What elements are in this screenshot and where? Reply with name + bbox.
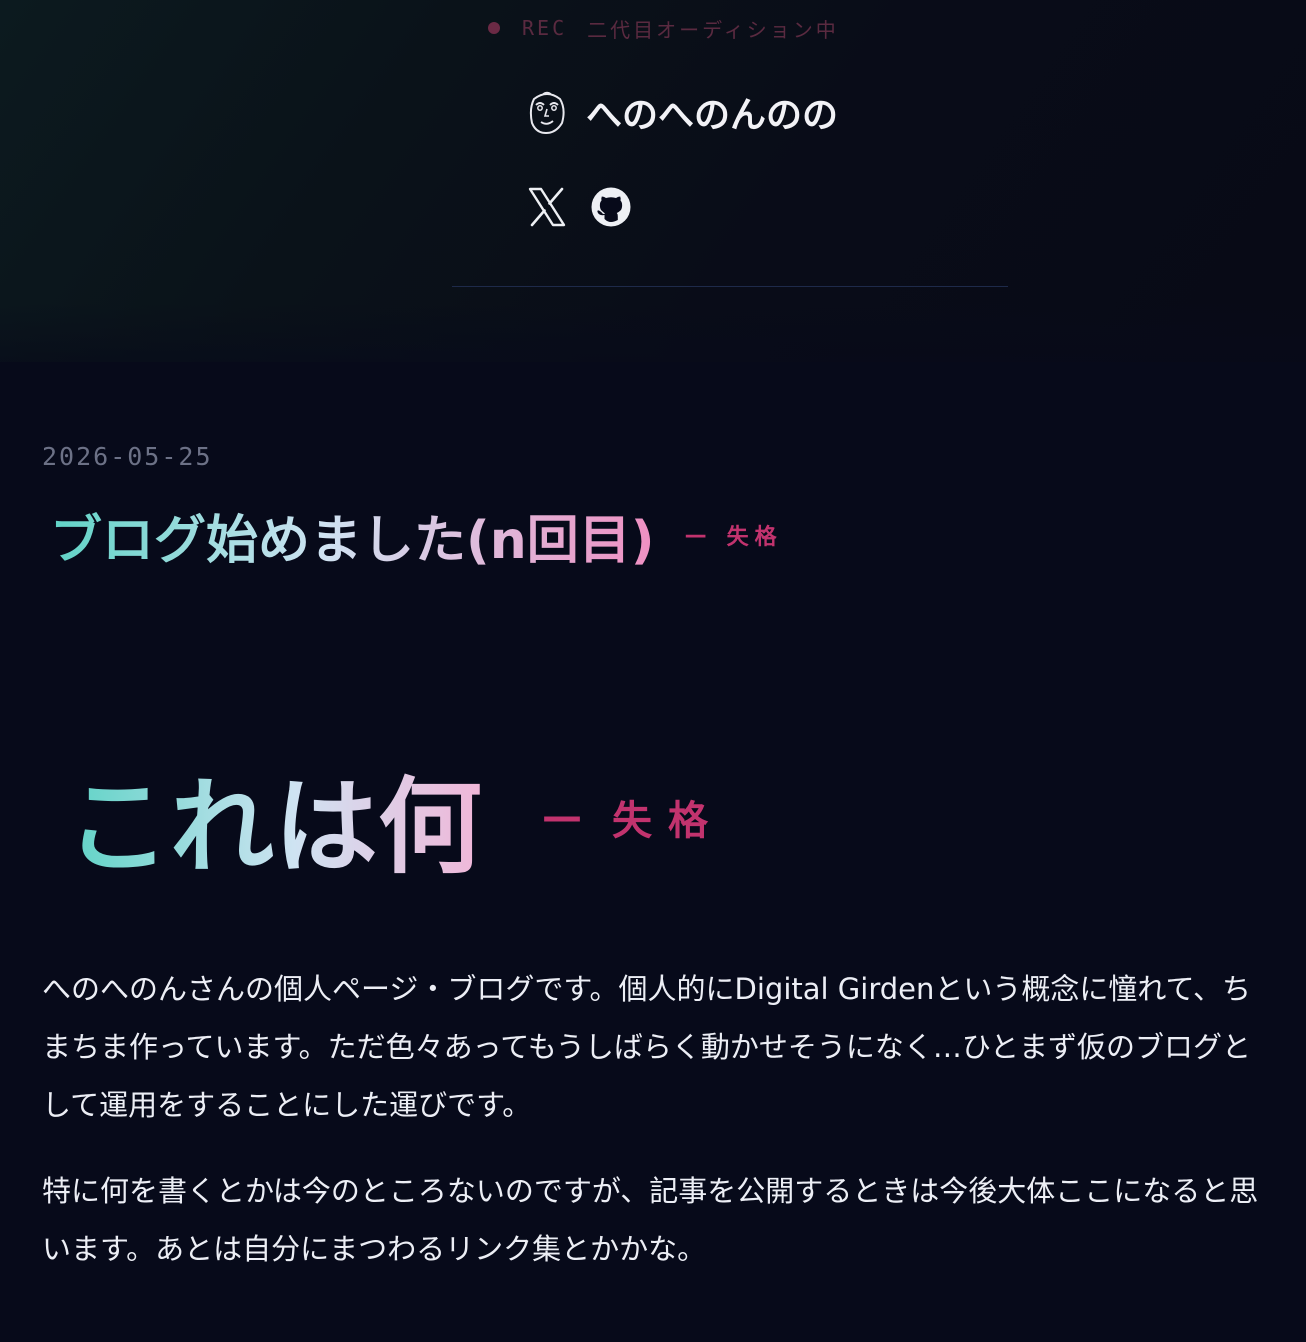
post-date: 2026-05-25 <box>42 442 213 471</box>
section-heading-tag: — 失格 <box>542 788 724 846</box>
github-logo-icon <box>591 187 631 227</box>
github-icon[interactable] <box>590 186 632 228</box>
section-tag-dash: — <box>542 794 583 840</box>
site-title-link[interactable]: へのへのんのの <box>526 86 838 138</box>
social-links <box>526 184 654 230</box>
post-tag-label: 失格 <box>726 525 783 550</box>
site-name: へのへのんのの <box>586 95 839 136</box>
post-body: へのへのんさんの個人ページ・ブログです。個人的にDigital Girdenとい… <box>42 960 1264 1306</box>
body-paragraph: へのへのんさんの個人ページ・ブログです。個人的にDigital Girdenとい… <box>42 972 1252 1122</box>
body-paragraph: 特に何を書くとかは今のところないのですが、記事を公開するときは今後大体ここになる… <box>42 1174 1259 1266</box>
post-tag-dash: — <box>684 522 707 548</box>
rec-status: 二代目オーディション中 <box>587 17 839 42</box>
section-heading: これは何 <box>66 742 482 893</box>
post-title-link[interactable]: ブログ始めました(n回目) <box>50 498 655 573</box>
x-logo-icon <box>528 187 566 227</box>
rec-label: REC <box>522 16 568 40</box>
rec-indicator: REC 二代目オーディション中 <box>488 14 839 42</box>
post-title-row: ブログ始めました(n回目) — 失格 <box>50 498 783 573</box>
x-icon[interactable] <box>526 186 568 228</box>
post-tag: — 失格 <box>685 519 783 551</box>
section-tag-label: 失格 <box>612 798 725 844</box>
face-logo-icon <box>529 91 565 135</box>
header-divider <box>452 286 1008 287</box>
rec-dot-icon <box>488 22 500 34</box>
section-heading-row: これは何 — 失格 <box>66 752 724 888</box>
site-header: REC 二代目オーディション中 へのへのんのの <box>0 0 1306 362</box>
